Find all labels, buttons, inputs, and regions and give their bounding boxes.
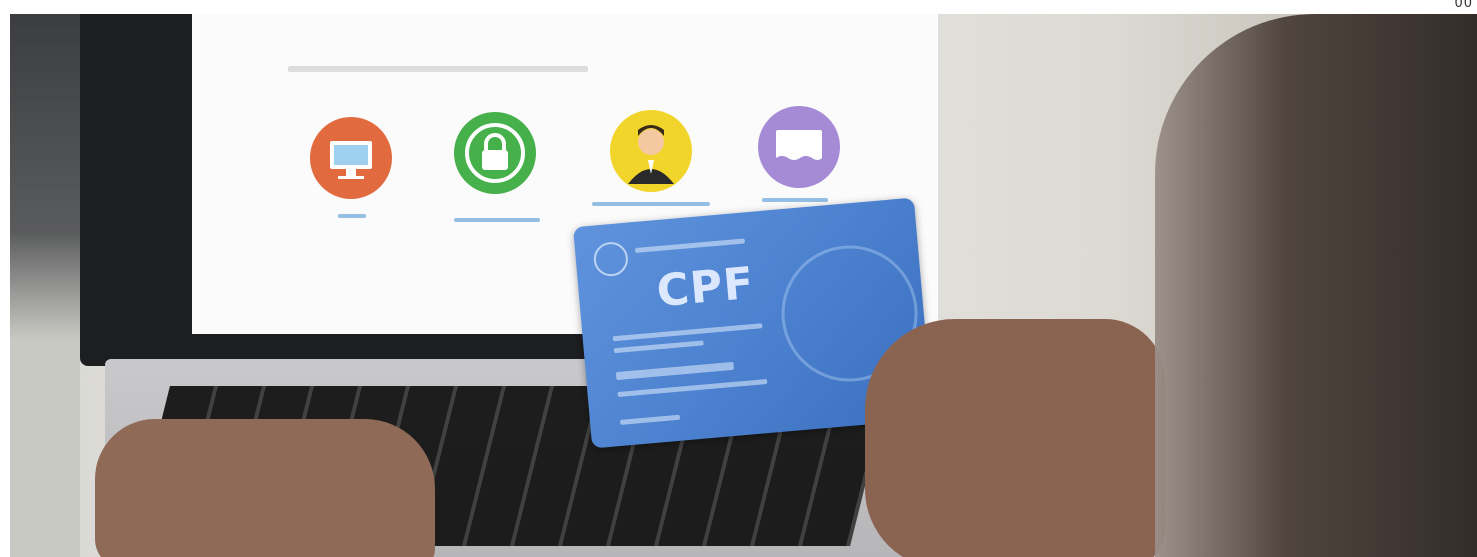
person-icon — [610, 110, 692, 192]
icon-caption — [454, 218, 540, 222]
icon-caption — [338, 214, 366, 218]
card-name-line — [617, 378, 768, 398]
photograph: CPF — [10, 14, 1477, 557]
card-text-line — [613, 340, 704, 354]
background-wall — [10, 14, 80, 557]
card-header-line — [635, 238, 746, 253]
card-number-line — [615, 361, 735, 381]
blurred-person — [1155, 14, 1477, 557]
emblem-icon — [592, 240, 630, 278]
card-icon — [758, 106, 840, 188]
icon-caption — [762, 198, 828, 202]
corner-label: 00 — [1454, 0, 1473, 11]
icon-caption — [592, 202, 710, 206]
card-text-line — [612, 323, 763, 342]
screen-heading — [288, 66, 588, 72]
photo-frame: 00 CPF — [0, 0, 1477, 557]
right-hand — [865, 319, 1165, 557]
card-date-line — [619, 414, 681, 425]
computer-icon — [310, 117, 392, 199]
lock-icon — [454, 112, 536, 194]
card-title: CPF — [654, 257, 757, 318]
left-hand — [95, 419, 435, 557]
